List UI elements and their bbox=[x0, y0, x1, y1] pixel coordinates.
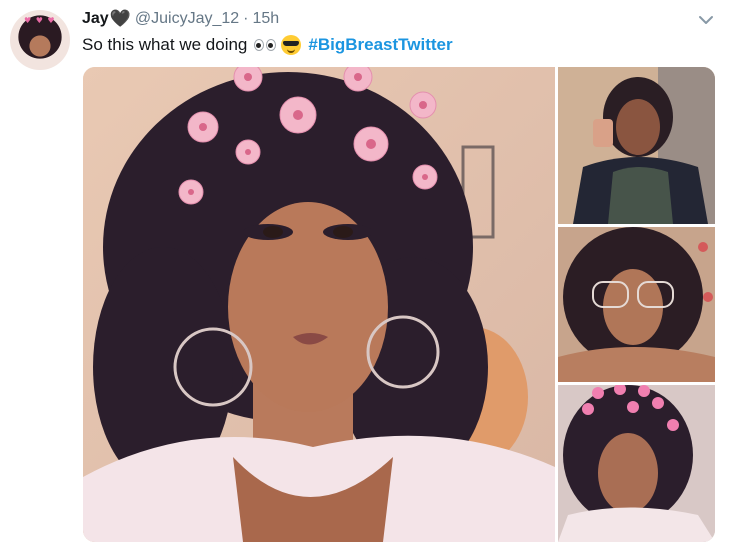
more-options-button[interactable] bbox=[696, 10, 716, 30]
display-name[interactable]: Jay bbox=[82, 10, 109, 28]
media-grid bbox=[83, 67, 715, 542]
heart-crown-decoration: ♥ ♥ ♥ bbox=[24, 16, 56, 25]
photo-side-3[interactable] bbox=[558, 385, 715, 542]
tweet-header: Jay 🖤 @JuicyJay_12 · 15h bbox=[82, 8, 279, 30]
hashtag-link[interactable]: #BigBreastTwitter bbox=[308, 35, 452, 55]
tweet-body: So this what we doing bbox=[82, 35, 248, 54]
photo-side-2[interactable] bbox=[558, 227, 715, 382]
chevron-down-icon bbox=[699, 16, 713, 24]
profile-avatar[interactable]: ♥ ♥ ♥ bbox=[10, 10, 70, 70]
timestamp[interactable]: 15h bbox=[253, 10, 280, 28]
photo-main[interactable] bbox=[83, 67, 555, 542]
user-handle[interactable]: @JuicyJay_12 bbox=[135, 10, 239, 28]
tweet-text: So this what we doing #BigBreastTwitter bbox=[82, 33, 453, 57]
sunglasses-emoji bbox=[281, 35, 302, 55]
photo-side-1[interactable] bbox=[558, 67, 715, 224]
eyes-emoji bbox=[254, 39, 277, 51]
black-heart-emoji: 🖤 bbox=[109, 9, 131, 29]
separator-dot: · bbox=[243, 10, 249, 27]
